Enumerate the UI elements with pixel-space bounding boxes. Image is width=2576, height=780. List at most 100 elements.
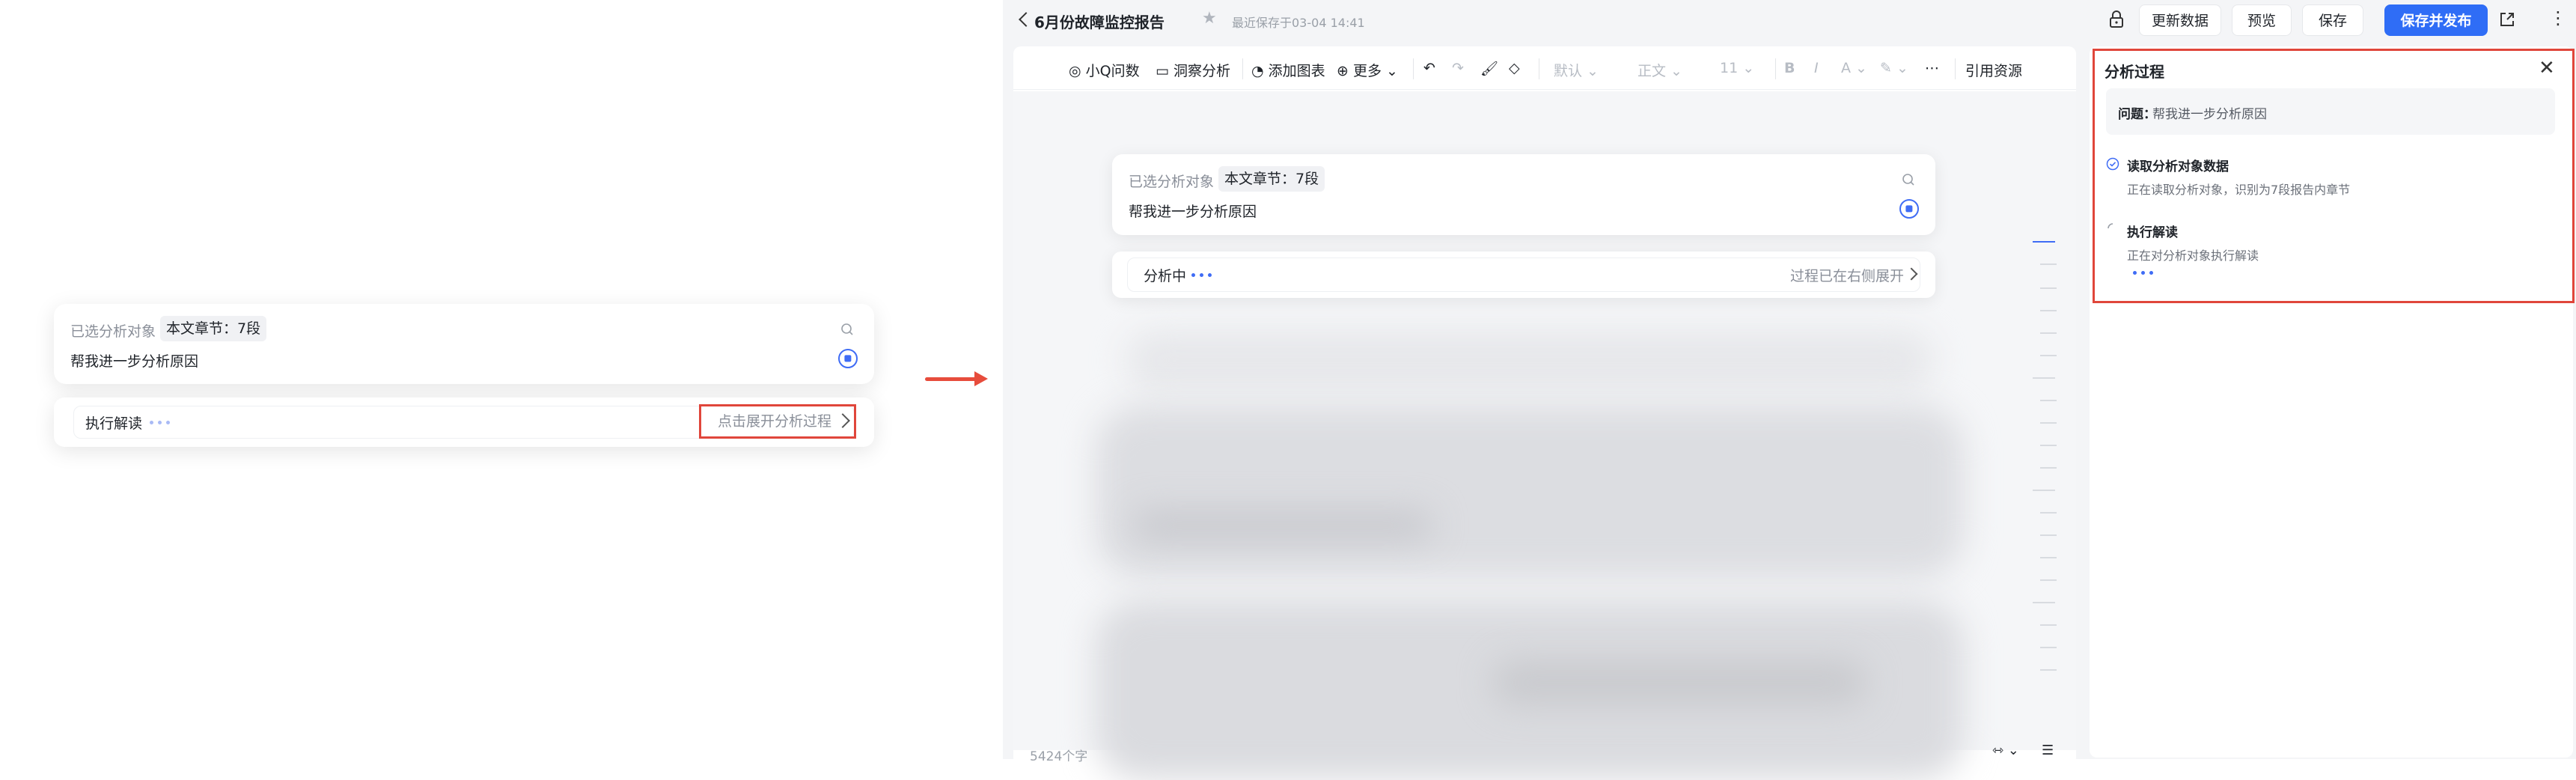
editor-area: ◎ 小Q问数 ▭ 洞察分析 ◔ 添加图表 ⊕ 更多 ⌄ ↶ ↷ 🖌 ◇ 默认 ⌄… <box>1013 46 2076 780</box>
highlight-icon[interactable]: ✎ ⌄ <box>1880 60 1908 76</box>
document-canvas: 已选分析对象 本文章节：7段 帮我进一步分析原因 分析中 过程已在右侧展开 <box>1013 91 2076 780</box>
bold-icon[interactable]: B <box>1784 60 1795 76</box>
pin-icon[interactable] <box>1901 172 1916 187</box>
font-size-value: 11 <box>1720 60 1739 76</box>
expand-process-label: 点击展开分析过程 <box>718 413 832 430</box>
font-select[interactable]: 默认 ⌄ <box>1554 60 1599 80</box>
outline-marker[interactable] <box>2040 534 2057 536</box>
transition-arrow <box>925 377 977 381</box>
outline-marker[interactable] <box>2040 579 2057 581</box>
outline-marker[interactable] <box>2033 602 2055 603</box>
inline-status-bar: 分析中 过程已在右侧展开 <box>1112 252 1935 298</box>
more-menu-button[interactable]: ⊕ 更多 ⌄ <box>1337 60 1398 80</box>
top-bar: 6月份故障监控报告 ★ 最近保存于03-04 14:41 更新数据 预览 保存 … <box>1003 0 2576 42</box>
outline-marker[interactable] <box>2040 445 2057 446</box>
expanded-hint[interactable]: 过程已在右侧展开 <box>1790 265 1904 285</box>
outline-marker[interactable] <box>2040 263 2057 265</box>
expand-process-button[interactable]: 点击展开分析过程 <box>699 404 856 439</box>
step-desc: 正在对分析对象执行解读 <box>2127 249 2259 263</box>
share-icon[interactable] <box>2497 9 2518 30</box>
pin-icon[interactable] <box>840 322 855 337</box>
cite-resource-button[interactable]: 引用资源 <box>1965 60 2022 80</box>
italic-icon[interactable]: I <box>1814 60 1819 76</box>
lock-icon[interactable] <box>2106 9 2127 30</box>
loading-dots-icon <box>1191 273 1212 277</box>
editor-toolbar: ◎ 小Q问数 ▭ 洞察分析 ◔ 添加图表 ⊕ 更多 ⌄ ↶ ↷ 🖌 ◇ 默认 ⌄… <box>1013 46 2076 90</box>
zoom-selection-card: 已选分析对象 本文章节：7段 帮我进一步分析原因 <box>54 304 874 384</box>
selected-object-label: 已选分析对象 <box>1129 174 1215 190</box>
step-desc: 正在读取分析对象，识别为7段报告内章节 <box>2127 183 2351 197</box>
paragraph-style-value: 正文 <box>1638 63 1667 79</box>
font-value: 默认 <box>1554 63 1583 79</box>
format-painter-icon[interactable]: 🖌 <box>1480 60 1498 77</box>
undo-icon[interactable]: ↶ <box>1423 60 1435 76</box>
blurred-content <box>1096 406 1964 578</box>
saved-time: 最近保存于03-04 14:41 <box>1232 16 1365 30</box>
insight-button[interactable]: ▭ 洞察分析 <box>1156 60 1230 80</box>
step-title: 读取分析对象数据 <box>2127 159 2229 174</box>
app-window: 6月份故障监控报告 ★ 最近保存于03-04 14:41 更新数据 预览 保存 … <box>1003 0 2576 780</box>
outline-marker[interactable] <box>2040 422 2057 424</box>
outline-marker[interactable] <box>2040 310 2057 311</box>
question-key: 问题： <box>2118 107 2156 122</box>
loading-dots-icon <box>2133 271 2153 275</box>
highlight-frame <box>2093 49 2575 303</box>
text-color-icon[interactable]: A ⌄ <box>1841 60 1867 76</box>
ask-q-label: 小Q问数 <box>1085 63 1140 79</box>
more-label: 更多 <box>1352 63 1382 79</box>
word-count: 5424个字 <box>1030 749 1088 764</box>
selected-object-chip[interactable]: 本文章节：7段 <box>160 316 267 341</box>
outline-marker[interactable] <box>2040 647 2057 648</box>
save-button[interactable]: 保存 <box>2302 4 2363 36</box>
outline-marker[interactable] <box>2033 490 2055 491</box>
step-title: 执行解读 <box>2127 225 2178 240</box>
question-text: 帮我进一步分析原因 <box>1129 204 1257 220</box>
chevron-right-icon <box>835 413 850 428</box>
star-icon[interactable]: ★ <box>1202 9 1217 28</box>
stop-button[interactable] <box>1899 199 1919 219</box>
redo-icon[interactable]: ↷ <box>1452 60 1464 76</box>
outline-marker[interactable] <box>2040 332 2057 334</box>
loading-dots-icon <box>150 421 170 424</box>
outline-marker[interactable] <box>2040 287 2057 289</box>
preview-button[interactable]: 预览 <box>2232 4 2292 36</box>
font-size-select[interactable]: 11 ⌄ <box>1720 60 1754 76</box>
outline-marker[interactable] <box>2040 512 2057 514</box>
back-icon[interactable] <box>1019 12 1034 27</box>
arrow-head-icon <box>974 371 988 386</box>
outline-marker[interactable] <box>2040 400 2057 401</box>
panel-title: 分析过程 <box>2105 63 2164 81</box>
add-chart-button[interactable]: ◔ 添加图表 <box>1251 60 1325 80</box>
selected-object-chip[interactable]: 本文章节：7段 <box>1218 166 1325 192</box>
update-data-button[interactable]: 更新数据 <box>2139 4 2221 36</box>
ask-q-button[interactable]: ◎ 小Q问数 <box>1069 60 1140 80</box>
outline-marker[interactable] <box>2040 669 2057 671</box>
stop-button[interactable] <box>838 349 858 368</box>
more-vertical-icon[interactable]: ⋮ <box>2549 9 2567 27</box>
check-circle-icon <box>2106 157 2119 171</box>
outline-marker[interactable] <box>2040 467 2057 469</box>
outline-marker[interactable] <box>2040 355 2057 356</box>
inline-selection-card: 已选分析对象 本文章节：7段 帮我进一步分析原因 <box>1112 154 1935 235</box>
zoom-status-bar: 执行解读 点击展开分析过程 <box>54 397 874 447</box>
outline-marker[interactable] <box>2040 557 2057 558</box>
save-publish-button[interactable]: 保存并发布 <box>2384 4 2488 36</box>
blurred-content <box>1126 331 1934 391</box>
selected-object-label: 已选分析对象 <box>70 323 156 340</box>
close-icon[interactable]: ✕ <box>2539 58 2555 78</box>
status-text: 执行解读 <box>85 415 143 432</box>
paragraph-style-select[interactable]: 正文 ⌄ <box>1638 60 1682 80</box>
eraser-icon[interactable]: ◇ <box>1509 60 1520 76</box>
blurred-content <box>1133 511 1432 540</box>
outline-marker-active[interactable] <box>2033 241 2055 243</box>
insight-label: 洞察分析 <box>1173 63 1231 79</box>
document-title[interactable]: 6月份故障监控报告 <box>1034 10 1165 32</box>
outline-marker[interactable] <box>2040 624 2057 626</box>
spinner-icon <box>2108 223 2113 229</box>
outline-marker[interactable] <box>2033 377 2055 379</box>
blurred-content <box>1492 660 1867 705</box>
width-toggle-icon[interactable]: ⇿ ⌄ <box>1992 743 2019 758</box>
more-horizontal-icon[interactable]: ⋯ <box>1925 60 1939 76</box>
question-box: 问题： 帮我进一步分析原因 <box>2106 88 2555 135</box>
outline-toggle-icon[interactable]: ☰ <box>2042 743 2054 758</box>
